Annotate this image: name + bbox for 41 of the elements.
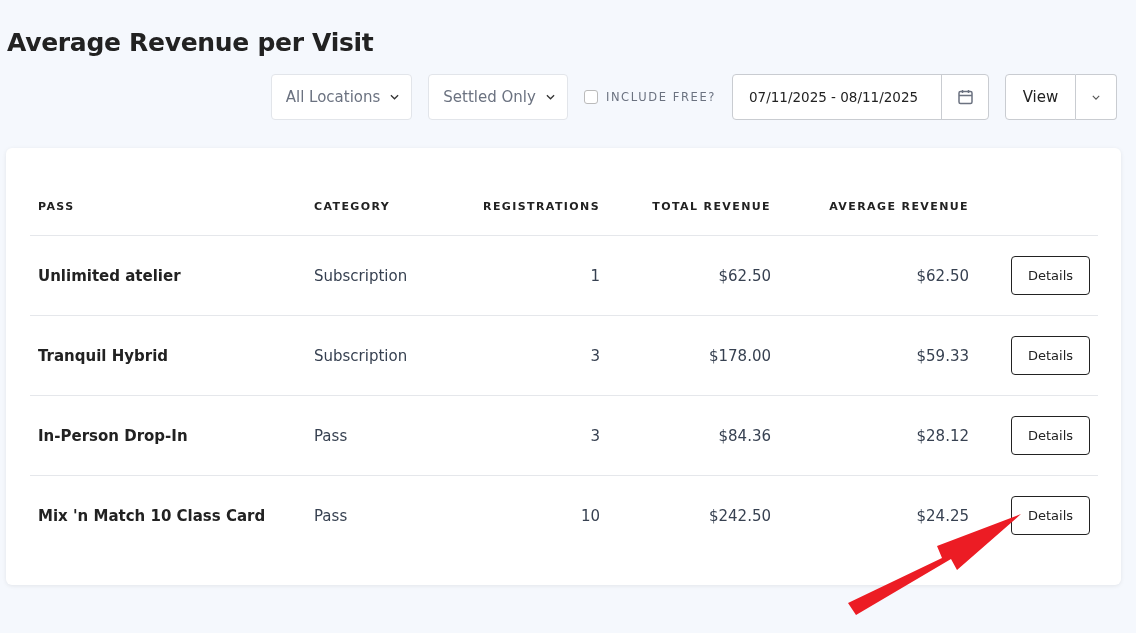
chevron-down-icon xyxy=(545,94,555,100)
total-revenue-cell: $178.00 xyxy=(608,315,779,396)
column-header: CATEGORY xyxy=(306,178,462,236)
average-revenue-cell: $62.50 xyxy=(779,235,977,316)
column-header: REGISTRATIONS xyxy=(462,178,608,236)
pass-name-cell: In-Person Drop-In xyxy=(30,395,306,476)
include-free-label: INCLUDE FREE? xyxy=(605,90,716,104)
calendar-icon xyxy=(957,89,973,105)
registrations-cell: 3 xyxy=(462,315,608,396)
average-revenue-cell: $28.12 xyxy=(779,395,977,476)
pass-name-cell: Mix 'n Match 10 Class Card xyxy=(30,475,306,555)
category-cell: Subscription xyxy=(306,235,462,316)
details-button[interactable]: Details xyxy=(1011,496,1090,535)
column-header: PASS xyxy=(30,178,306,236)
average-revenue-cell: $24.25 xyxy=(779,475,977,555)
view-button[interactable]: View xyxy=(1005,74,1076,120)
category-cell: Pass xyxy=(306,395,462,476)
status-dropdown[interactable]: Settled Only xyxy=(428,74,568,120)
registrations-cell: 3 xyxy=(462,395,608,476)
registrations-cell: 1 xyxy=(462,235,608,316)
column-header: TOTAL REVENUE xyxy=(608,178,779,236)
include-free-checkbox[interactable] xyxy=(583,90,598,104)
page-title: Average Revenue per Visit xyxy=(7,28,375,57)
location-dropdown[interactable]: All Locations xyxy=(270,74,413,120)
pass-name-cell: Unlimited atelier xyxy=(30,235,306,316)
category-cell: Subscription xyxy=(306,315,462,396)
details-button[interactable]: Details xyxy=(1011,336,1090,375)
column-header: AVERAGE REVENUE xyxy=(779,178,977,236)
total-revenue-cell: $84.36 xyxy=(608,395,779,476)
details-button[interactable]: Details xyxy=(1011,256,1090,295)
view-options-button[interactable] xyxy=(1076,74,1117,120)
chevron-down-icon xyxy=(1092,94,1100,100)
total-revenue-cell: $242.50 xyxy=(608,475,779,555)
category-cell: Pass xyxy=(306,475,462,555)
average-revenue-cell: $59.33 xyxy=(779,315,977,396)
chevron-down-icon xyxy=(390,94,400,100)
pass-name-cell: Tranquil Hybrid xyxy=(30,315,306,396)
date-range-field[interactable]: 07/11/2025 - 08/11/2025 xyxy=(732,74,989,120)
total-revenue-cell: $62.50 xyxy=(608,235,779,316)
registrations-cell: 10 xyxy=(462,475,608,555)
details-button[interactable]: Details xyxy=(1011,416,1090,455)
